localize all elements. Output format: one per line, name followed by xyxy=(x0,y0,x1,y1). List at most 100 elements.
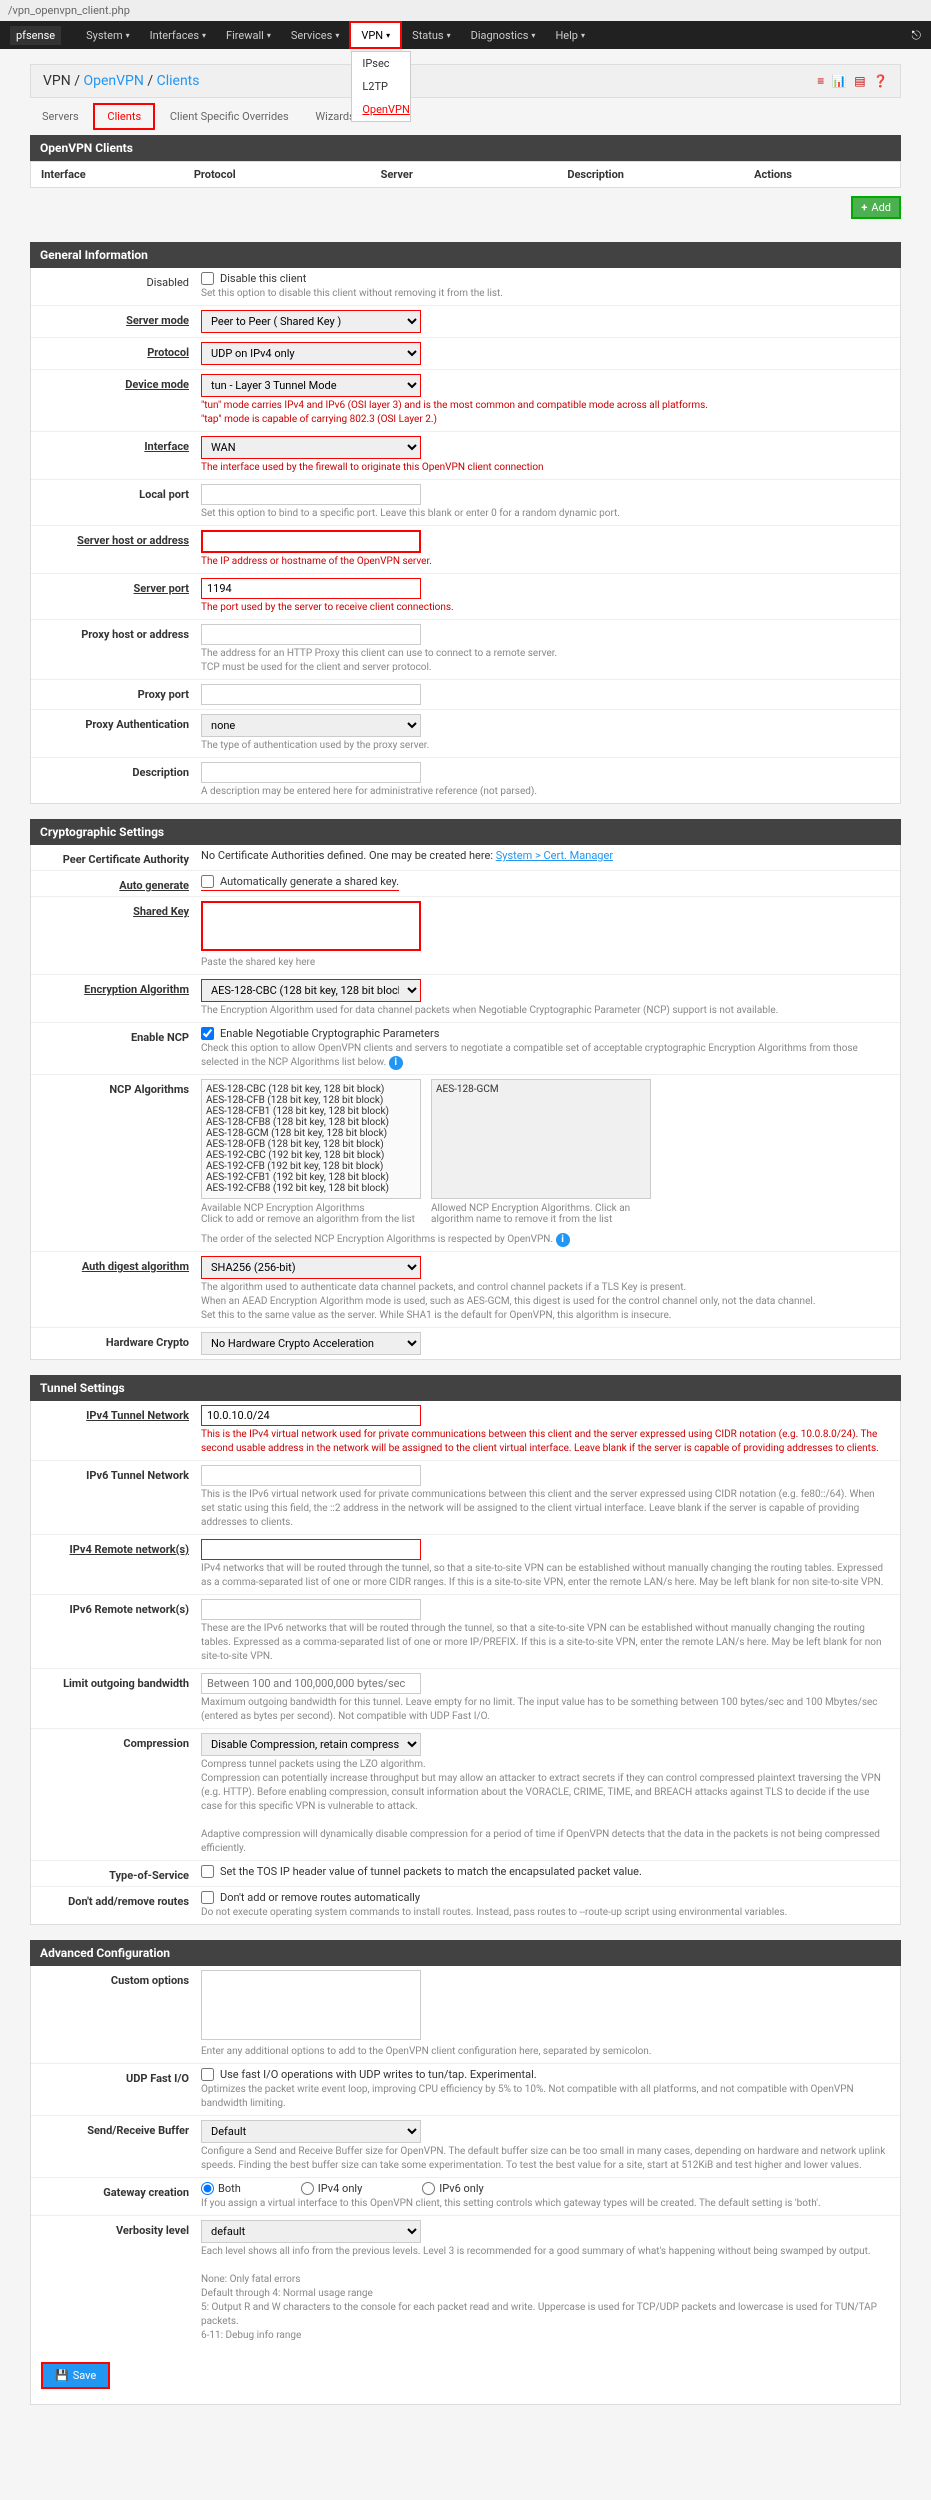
pfsense-logo[interactable]: pfsense xyxy=(10,26,61,45)
interface-select[interactable]: WAN xyxy=(201,436,421,459)
save-button[interactable]: 💾Save xyxy=(41,2362,110,2389)
advanced-head: Advanced Configuration xyxy=(30,1940,901,1966)
buf-select[interactable]: Default xyxy=(201,2120,421,2143)
tab-clients[interactable]: Clients xyxy=(93,103,155,130)
peerca-text: No Certificate Authorities defined. One … xyxy=(201,849,496,862)
dropdown-openvpn[interactable]: OpenVPN xyxy=(352,98,410,121)
ncp-item[interactable]: AES-128-CFB (128 bit key, 128 bit block) xyxy=(206,1095,416,1106)
ipv6rem-input[interactable] xyxy=(201,1599,421,1620)
verb-select[interactable]: default xyxy=(201,2220,421,2243)
add-button[interactable]: Add xyxy=(851,196,901,219)
enablencp-cb-label: Enable Negotiable Cryptographic Paramete… xyxy=(220,1027,439,1040)
ncp-allowed-list[interactable]: AES-128-GCM xyxy=(431,1079,651,1199)
status-icon[interactable]: ≡ xyxy=(817,74,824,88)
logout-icon[interactable]: ⎋ xyxy=(912,28,922,43)
ipv6tun-input[interactable] xyxy=(201,1465,421,1486)
ncp-item[interactable]: AES-192-CFB8 (192 bit key, 128 bit block… xyxy=(206,1183,416,1194)
peerca-link[interactable]: System > Cert. Manager xyxy=(496,849,613,862)
help-icon[interactable]: ❓ xyxy=(873,74,888,88)
proxyauth-select[interactable]: none xyxy=(201,714,421,737)
tab-csc[interactable]: Client Specific Overrides xyxy=(158,105,301,128)
log-icon[interactable]: ▤ xyxy=(854,74,865,88)
routes-help: Do not execute operating system commands… xyxy=(201,1906,890,1920)
ncp-item[interactable]: AES-128-GCM (128 bit key, 128 bit block) xyxy=(206,1128,416,1139)
nav-interfaces[interactable]: Interfaces▾ xyxy=(140,21,216,49)
dropdown-l2tp[interactable]: L2TP xyxy=(352,75,410,98)
serverhost-help: The IP address or hostname of the OpenVP… xyxy=(201,555,890,569)
col-protocol: Protocol xyxy=(194,168,381,181)
custom-textarea[interactable] xyxy=(201,1970,421,2040)
hwcrypto-select[interactable]: No Hardware Crypto Acceleration xyxy=(201,1332,421,1355)
nav-vpn[interactable]: VPN▾ IPsec L2TP OpenVPN xyxy=(349,21,402,49)
encalg-help: The Encryption Algorithm used for data c… xyxy=(201,1004,890,1018)
verb-help: Each level shows all info from the previ… xyxy=(201,2245,890,2343)
ipv4tun-input[interactable] xyxy=(201,1405,421,1426)
nav-diagnostics[interactable]: Diagnostics▾ xyxy=(461,21,546,49)
label-proxyport: Proxy port xyxy=(41,684,201,701)
label-tos: Type-of-Service xyxy=(41,1865,201,1882)
label-interface: Interface xyxy=(41,436,201,453)
localport-input[interactable] xyxy=(201,484,421,505)
nav-services[interactable]: Services▾ xyxy=(281,21,349,49)
routes-checkbox[interactable] xyxy=(201,1891,214,1904)
sharedkey-help: Paste the shared key here xyxy=(201,956,890,970)
devmode-select[interactable]: tun - Layer 3 Tunnel Mode xyxy=(201,374,421,397)
serverport-input[interactable] xyxy=(201,578,421,599)
bw-help: Maximum outgoing bandwidth for this tunn… xyxy=(201,1696,890,1724)
col-description: Description xyxy=(567,168,754,181)
general-head: General Information xyxy=(30,242,901,268)
udpio-checkbox[interactable] xyxy=(201,2068,214,2081)
tos-cb-label: Set the TOS IP header value of tunnel pa… xyxy=(220,1865,642,1878)
proxyhost-input[interactable] xyxy=(201,624,421,645)
ncp-item[interactable]: AES-192-CFB1 (192 bit key, 128 bit block… xyxy=(206,1172,416,1183)
desc-input[interactable] xyxy=(201,762,421,783)
label-ipv4tun: IPv4 Tunnel Network xyxy=(41,1405,201,1422)
col-interface: Interface xyxy=(41,168,194,181)
label-hwcrypto: Hardware Crypto xyxy=(41,1332,201,1349)
ncp-item[interactable]: AES-192-CBC (192 bit key, 128 bit block) xyxy=(206,1150,416,1161)
ncp-item[interactable]: AES-128-CFB1 (128 bit key, 128 bit block… xyxy=(206,1106,416,1117)
nav-help[interactable]: Help▾ xyxy=(545,21,595,49)
info-icon[interactable]: i xyxy=(389,1056,403,1070)
encalg-select[interactable]: AES-128-CBC (128 bit key, 128 bit block) xyxy=(201,979,421,1002)
ncp-item[interactable]: AES-128-CBC (128 bit key, 128 bit block) xyxy=(206,1084,416,1095)
ipv4rem-input[interactable] xyxy=(201,1539,421,1560)
gw-ipv4[interactable]: IPv4 only xyxy=(301,2182,362,2195)
interface-help: The interface used by the firewall to or… xyxy=(201,461,890,475)
label-peerca: Peer Certificate Authority xyxy=(41,849,201,866)
nav-system[interactable]: System▾ xyxy=(76,21,140,49)
nav-firewall[interactable]: Firewall▾ xyxy=(216,21,281,49)
breadcrumb-openvpn[interactable]: OpenVPN xyxy=(83,73,143,89)
gw-both[interactable]: Both xyxy=(201,2182,241,2195)
nav-status[interactable]: Status▾ xyxy=(402,21,460,49)
tab-servers[interactable]: Servers xyxy=(30,105,91,128)
sharedkey-textarea[interactable] xyxy=(201,901,421,951)
col-server: Server xyxy=(381,168,568,181)
enablencp-help: Check this option to allow OpenVPN clien… xyxy=(201,1043,858,1068)
tos-checkbox[interactable] xyxy=(201,1865,214,1878)
dropdown-ipsec[interactable]: IPsec xyxy=(352,52,410,75)
autogen-checkbox[interactable] xyxy=(201,875,214,888)
ncp-item[interactable]: AES-128-OFB (128 bit key, 128 bit block) xyxy=(206,1139,416,1150)
serverhost-input[interactable] xyxy=(201,530,421,553)
enablencp-checkbox[interactable] xyxy=(201,1027,214,1040)
protocol-select[interactable]: UDP on IPv4 only xyxy=(201,342,421,365)
label-ipv6rem: IPv6 Remote network(s) xyxy=(41,1599,201,1616)
bw-input[interactable] xyxy=(201,1673,421,1694)
ncp-item[interactable]: AES-128-CFB8 (128 bit key, 128 bit block… xyxy=(206,1117,416,1128)
custom-help: Enter any additional options to add to t… xyxy=(201,2045,890,2059)
breadcrumb-clients[interactable]: Clients xyxy=(157,73,200,89)
info-icon-2[interactable]: i xyxy=(556,1233,570,1247)
graph-icon[interactable]: 📊 xyxy=(832,74,847,88)
disabled-help: Set this option to disable this client w… xyxy=(201,287,890,301)
authdig-select[interactable]: SHA256 (256-bit) xyxy=(201,1256,421,1279)
ipv6tun-help: This is the IPv6 virtual network used fo… xyxy=(201,1488,890,1530)
ncp-item[interactable]: AES-192-CFB (192 bit key, 128 bit block) xyxy=(206,1161,416,1172)
col-actions: Actions xyxy=(754,168,890,181)
disabled-checkbox[interactable] xyxy=(201,272,214,285)
servermode-select[interactable]: Peer to Peer ( Shared Key ) xyxy=(201,310,421,333)
ncp-available-list[interactable]: AES-128-CBC (128 bit key, 128 bit block)… xyxy=(201,1079,421,1199)
proxyport-input[interactable] xyxy=(201,684,421,705)
comp-select[interactable]: Disable Compression, retain compression … xyxy=(201,1733,421,1756)
gw-ipv6[interactable]: IPv6 only xyxy=(422,2182,483,2195)
